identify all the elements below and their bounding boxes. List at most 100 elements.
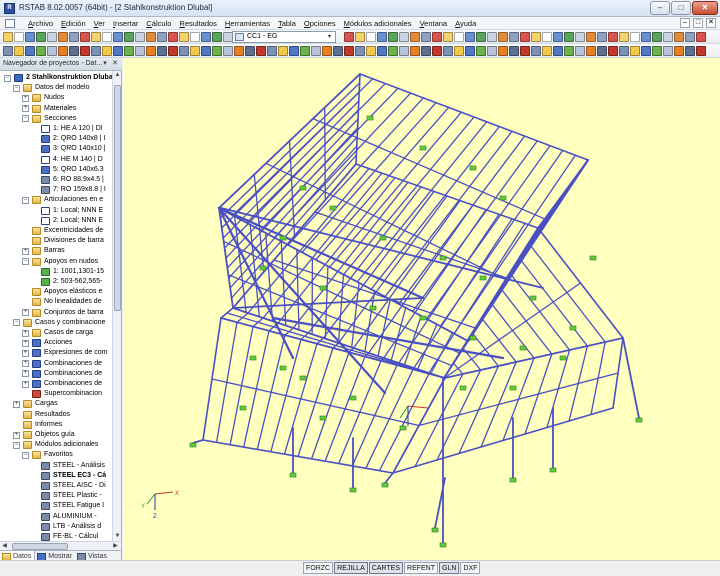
view-tool-icon-36[interactable]: [399, 46, 409, 56]
view-tool-icon-25[interactable]: [278, 46, 288, 56]
view-tool-icon-41[interactable]: [454, 46, 464, 56]
tree-item[interactable]: − Datos del modelo: [0, 83, 112, 93]
menu-item-5[interactable]: Resultados: [175, 19, 221, 28]
standard-tool-icon-45[interactable]: [498, 32, 508, 42]
menu-item-8[interactable]: Opciones: [300, 19, 340, 28]
expand-icon[interactable]: +: [22, 94, 29, 102]
standard-tool-icon-13[interactable]: [146, 32, 156, 42]
tree-item[interactable]: + Conjuntos de barra: [0, 308, 112, 318]
view-tool-icon-55[interactable]: [608, 46, 618, 56]
standard-tool-icon-38[interactable]: [421, 32, 431, 42]
standard-tool-icon-39[interactable]: [432, 32, 442, 42]
standard-tool-icon-14[interactable]: [157, 32, 167, 42]
tree-item[interactable]: + Objetos guía: [0, 430, 112, 440]
collapse-icon[interactable]: −: [4, 74, 11, 82]
scroll-down-icon[interactable]: ▼: [113, 532, 122, 541]
view-tool-icon-29[interactable]: [322, 46, 332, 56]
view-tool-icon-49[interactable]: [542, 46, 552, 56]
view-tool-icon-31[interactable]: [344, 46, 354, 56]
navigator-close-icon[interactable]: ✕: [111, 60, 119, 68]
tree-item[interactable]: Divisiones de barra: [0, 236, 112, 246]
standard-tool-icon-16[interactable]: [179, 32, 189, 42]
expand-icon[interactable]: +: [22, 247, 29, 255]
view-tool-icon-27[interactable]: [300, 46, 310, 56]
expand-icon[interactable]: +: [22, 349, 29, 357]
minimize-button[interactable]: –: [650, 1, 670, 15]
view-tool-icon-26[interactable]: [289, 46, 299, 56]
view-tool-icon-30[interactable]: [333, 46, 343, 56]
tree-item[interactable]: + Acciones: [0, 338, 112, 348]
view-tool-icon-12[interactable]: [135, 46, 145, 56]
view-tool-icon-6[interactable]: [69, 46, 79, 56]
document-icon[interactable]: [5, 19, 15, 28]
tree-item[interactable]: STEEL AISC - Di: [0, 481, 112, 491]
tree-item[interactable]: STEEL EC3 - Cá: [0, 471, 112, 481]
tree-item[interactable]: − Módulos adicionales: [0, 440, 112, 450]
standard-tool-icon-54[interactable]: [597, 32, 607, 42]
expand-icon[interactable]: +: [22, 360, 29, 368]
scroll-left-icon[interactable]: ◀: [0, 542, 9, 550]
tree-item[interactable]: STEEL Fatigue I: [0, 501, 112, 511]
tree-item[interactable]: + Nudos: [0, 93, 112, 103]
view-tool-icon-52[interactable]: [575, 46, 585, 56]
member[interactable]: [221, 91, 360, 229]
member[interactable]: [390, 307, 407, 362]
tree-item[interactable]: − Casos y combinacione: [0, 318, 112, 328]
tree-item[interactable]: 1: Local; NNN E: [0, 206, 112, 216]
member[interactable]: [384, 472, 394, 484]
standard-tool-icon-2[interactable]: [25, 32, 35, 42]
navigator-horizontal-scrollbar[interactable]: ◀ ▶: [0, 541, 121, 550]
tree-item[interactable]: − Secciones: [0, 114, 112, 124]
standard-tool-icon-60[interactable]: [663, 32, 673, 42]
member[interactable]: [443, 282, 582, 379]
standard-tool-icon-4[interactable]: [47, 32, 57, 42]
collapse-icon[interactable]: −: [22, 258, 29, 266]
member[interactable]: [329, 111, 462, 268]
expand-icon[interactable]: +: [13, 400, 20, 408]
member[interactable]: [219, 82, 361, 219]
tree-item[interactable]: Supercombinacion: [0, 389, 112, 399]
menu-item-1[interactable]: Edición: [57, 19, 90, 28]
collapse-icon[interactable]: −: [13, 319, 20, 327]
standard-tool-icon-40[interactable]: [443, 32, 453, 42]
view-tool-icon-35[interactable]: [388, 46, 398, 56]
menu-item-2[interactable]: Ver: [90, 19, 109, 28]
member[interactable]: [226, 312, 446, 379]
standard-tool-icon-55[interactable]: [608, 32, 618, 42]
standard-tool-icon-7[interactable]: [80, 32, 90, 42]
status-toggle-cartes[interactable]: CARTES: [368, 562, 404, 574]
standard-tool-icon-34[interactable]: [377, 32, 387, 42]
tree-item[interactable]: LTB - Análisis d: [0, 522, 112, 532]
tree-item[interactable]: No linealidades de: [0, 297, 112, 307]
standard-tool-icon-58[interactable]: [641, 32, 651, 42]
tree-item[interactable]: Excentricidades de: [0, 226, 112, 236]
standard-tool-icon-33[interactable]: [366, 32, 376, 42]
standard-tool-icon-51[interactable]: [564, 32, 574, 42]
standard-tool-icon-19[interactable]: [212, 32, 222, 42]
view-tool-icon-39[interactable]: [432, 46, 442, 56]
standard-tool-icon-5[interactable]: [58, 32, 68, 42]
collapse-icon[interactable]: −: [13, 441, 20, 449]
status-toggle-gln[interactable]: GLN: [439, 562, 460, 574]
view-tool-icon-48[interactable]: [531, 46, 541, 56]
view-tool-icon-47[interactable]: [520, 46, 530, 56]
collapse-icon[interactable]: −: [13, 84, 20, 92]
structure-3d-model[interactable]: [123, 58, 720, 560]
tree-item[interactable]: + Combinaciones de: [0, 379, 112, 389]
collapse-icon[interactable]: −: [22, 196, 29, 204]
tree-item[interactable]: 2: Local; NNN E: [0, 216, 112, 226]
member-lines[interactable]: [192, 73, 640, 544]
standard-tool-icon-44[interactable]: [487, 32, 497, 42]
tree-item[interactable]: + Expresiones de com: [0, 348, 112, 358]
standard-tool-icon-17[interactable]: [190, 32, 200, 42]
standard-tool-icon-6[interactable]: [69, 32, 79, 42]
scroll-thumb[interactable]: [114, 85, 121, 311]
expand-icon[interactable]: +: [22, 339, 29, 347]
view-tool-icon-19[interactable]: [212, 46, 222, 56]
view-tool-icon-62[interactable]: [685, 46, 695, 56]
close-button[interactable]: ✕: [692, 1, 718, 15]
member[interactable]: [296, 248, 300, 331]
view-tool-icon-16[interactable]: [179, 46, 189, 56]
standard-tool-icon-11[interactable]: [124, 32, 134, 42]
menu-item-9[interactable]: Módulos adicionales: [340, 19, 416, 28]
